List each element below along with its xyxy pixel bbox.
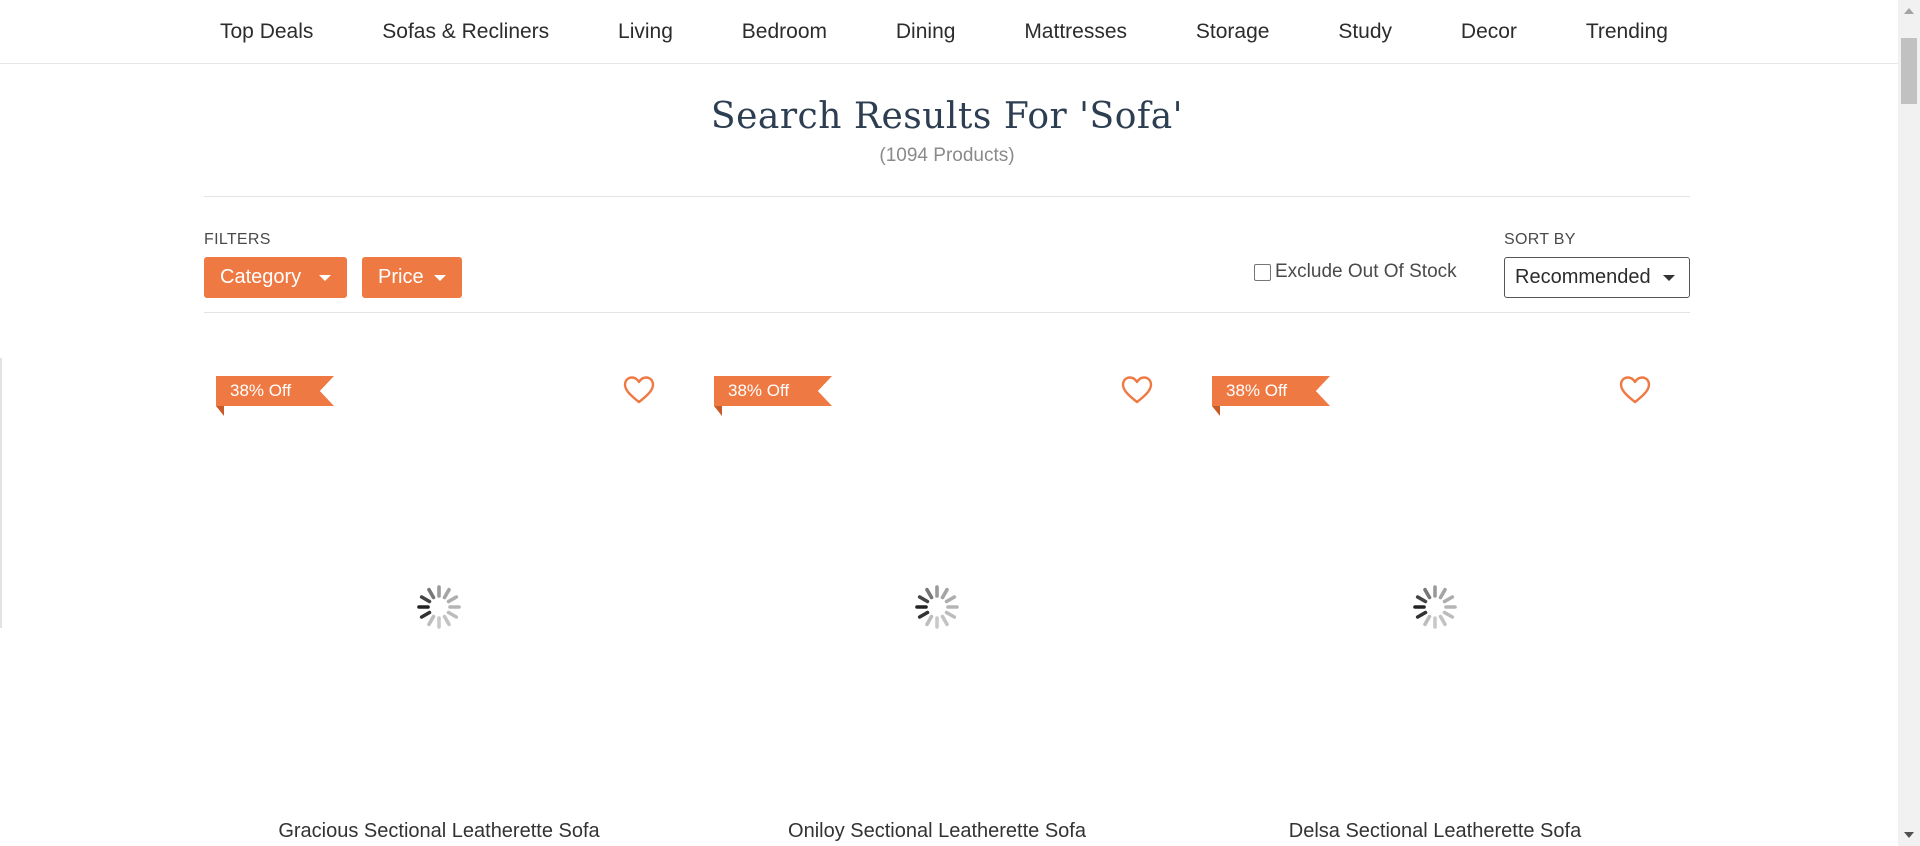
category-filter-label: Category xyxy=(220,266,302,288)
price-filter-button[interactable]: Price xyxy=(362,257,462,298)
scroll-up-arrow-icon[interactable] xyxy=(1904,8,1914,14)
filters-label: FILTERS xyxy=(204,231,271,248)
nav-item-trending[interactable]: Trending xyxy=(1570,20,1684,44)
product-name[interactable]: Oniloy Sectional Leatherette Sofa xyxy=(702,820,1172,843)
sort-by-select[interactable]: Recommended xyxy=(1504,257,1690,298)
discount-badge-fold xyxy=(714,406,722,416)
nav-item-dining[interactable]: Dining xyxy=(880,20,972,44)
loading-spinner-icon xyxy=(1413,585,1457,629)
wishlist-heart-icon[interactable] xyxy=(622,374,656,406)
nav-menu: Top Deals Sofas & Recliners Living Bedro… xyxy=(204,0,1684,64)
discount-badge: 38% Off xyxy=(216,376,334,406)
nav-item-top-deals[interactable]: Top Deals xyxy=(204,20,329,44)
scroll-down-arrow-icon[interactable] xyxy=(1904,832,1914,838)
wishlist-heart-icon[interactable] xyxy=(1618,374,1652,406)
nav-item-decor[interactable]: Decor xyxy=(1445,20,1533,44)
nav-item-storage[interactable]: Storage xyxy=(1180,20,1286,44)
nav-item-bedroom[interactable]: Bedroom xyxy=(726,20,843,44)
nav-item-mattresses[interactable]: Mattresses xyxy=(1008,20,1143,44)
caret-down-icon xyxy=(1663,275,1675,281)
sort-selected-value: Recommended xyxy=(1515,266,1651,288)
category-filter-button[interactable]: Category xyxy=(204,257,347,298)
product-card[interactable]: 38% Off Delsa Sectional Leatherette Sofa xyxy=(1200,370,1670,846)
discount-badge-fold xyxy=(1212,406,1220,416)
product-name[interactable]: Gracious Sectional Leatherette Sofa xyxy=(204,820,674,843)
caret-down-icon xyxy=(434,275,446,281)
sort-by-label: SORT BY xyxy=(1504,231,1576,248)
loading-spinner-icon xyxy=(417,585,461,629)
nav-item-sofas-recliners[interactable]: Sofas & Recliners xyxy=(366,20,565,44)
divider xyxy=(204,196,1690,197)
wishlist-heart-icon[interactable] xyxy=(1120,374,1154,406)
nav-item-study[interactable]: Study xyxy=(1322,20,1408,44)
discount-badge-fold xyxy=(216,406,224,416)
scrollbar-thumb[interactable] xyxy=(1901,38,1917,104)
product-card[interactable]: 38% Off Gracious Sectional Leatherette S… xyxy=(204,370,674,846)
exclude-out-of-stock-label: Exclude Out Of Stock xyxy=(1275,261,1457,282)
top-navigation: Top Deals Sofas & Recliners Living Bedro… xyxy=(0,0,1898,64)
price-filter-label: Price xyxy=(378,266,424,288)
nav-item-living[interactable]: Living xyxy=(602,20,689,44)
product-card[interactable]: 38% Off Oniloy Sectional Leatherette Sof… xyxy=(702,370,1172,846)
product-name[interactable]: Delsa Sectional Leatherette Sofa xyxy=(1200,820,1670,843)
side-panel-edge xyxy=(0,358,2,628)
loading-spinner-icon xyxy=(915,585,959,629)
discount-badge: 38% Off xyxy=(1212,376,1330,406)
vertical-scrollbar[interactable] xyxy=(1898,0,1920,846)
product-count: (1094 Products) xyxy=(879,145,1015,166)
divider xyxy=(204,312,1690,313)
exclude-out-of-stock-toggle[interactable]: Exclude Out Of Stock xyxy=(1254,261,1457,283)
search-results-header: Search Results For 'Sofa' (1094 Products… xyxy=(204,96,1690,167)
discount-badge: 38% Off xyxy=(714,376,832,406)
exclude-out-of-stock-checkbox[interactable] xyxy=(1254,263,1271,281)
page-title: Search Results For 'Sofa' xyxy=(710,96,1184,137)
caret-down-icon xyxy=(319,275,331,281)
